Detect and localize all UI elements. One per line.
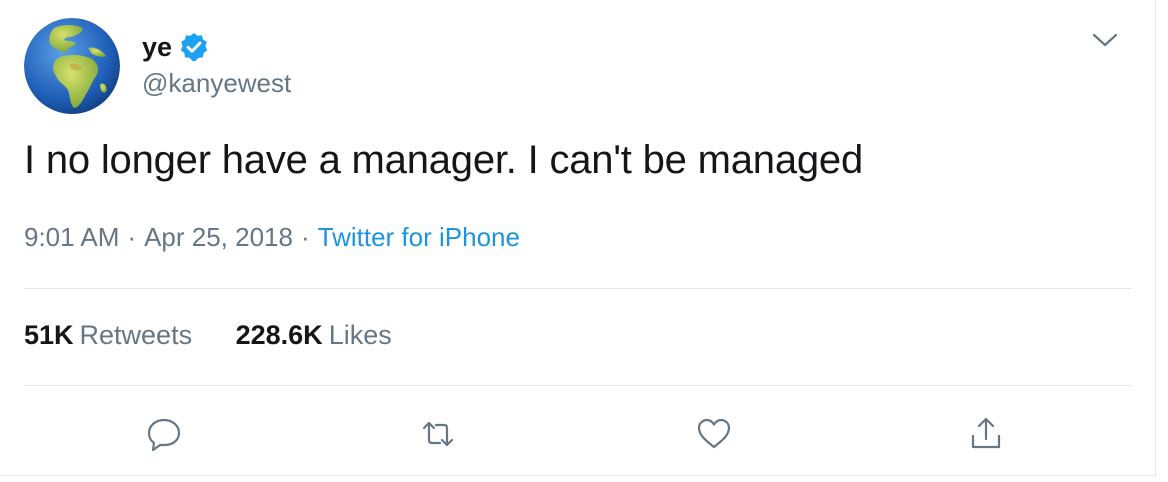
- user-handle[interactable]: @kanyewest: [142, 68, 291, 99]
- divider: [24, 385, 1131, 386]
- verified-badge-icon: [180, 33, 208, 61]
- likes-label: Likes: [328, 320, 392, 350]
- retweet-icon: [422, 421, 454, 447]
- display-name[interactable]: ye: [142, 32, 172, 63]
- reply-button[interactable]: [142, 412, 186, 456]
- divider: [24, 288, 1131, 289]
- tweet-actions: [0, 412, 1156, 456]
- tweet-date[interactable]: Apr 25, 2018: [144, 222, 293, 252]
- tweet-source-link[interactable]: Twitter for iPhone: [318, 222, 520, 252]
- tweet-time[interactable]: 9:01 AM: [24, 222, 119, 252]
- tweet-card: ye @kanyewest I no longer have a manager…: [0, 0, 1156, 476]
- meta-separator: ·: [300, 222, 310, 252]
- retweets-stat[interactable]: 51K Retweets: [24, 320, 192, 351]
- retweet-button[interactable]: [416, 412, 460, 456]
- avatar[interactable]: [24, 18, 120, 114]
- meta-separator: ·: [127, 222, 137, 252]
- share-icon: [971, 417, 1001, 449]
- likes-count: 228.6K: [235, 320, 323, 350]
- retweets-count: 51K: [24, 320, 74, 350]
- like-button[interactable]: [692, 412, 736, 456]
- display-name-row[interactable]: ye: [142, 30, 291, 64]
- chevron-down-icon[interactable]: [1091, 30, 1119, 50]
- likes-stat[interactable]: 228.6K Likes: [236, 320, 392, 351]
- user-names: ye @kanyewest: [142, 30, 291, 99]
- retweets-label: Retweets: [79, 320, 193, 350]
- tweet-text: I no longer have a manager. I can't be m…: [24, 138, 864, 182]
- tweet-meta: 9:01 AM · Apr 25, 2018 · Twitter for iPhone: [24, 222, 520, 253]
- like-icon: [697, 418, 731, 449]
- reply-icon: [147, 418, 181, 452]
- tweet-header: ye @kanyewest: [24, 18, 291, 118]
- tweet-stats: 51K Retweets 228.6K Likes: [24, 320, 428, 351]
- share-button[interactable]: [964, 412, 1008, 456]
- globe-europe-africa-icon: [24, 18, 120, 114]
